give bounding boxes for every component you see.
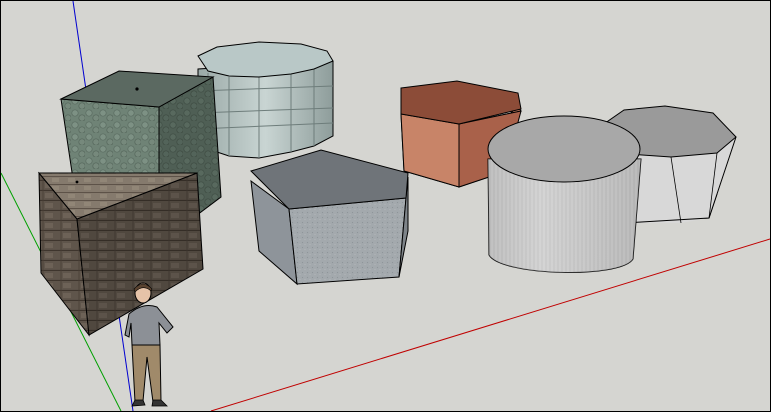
glass-octagon-cylinder[interactable] [197,41,334,159]
model-viewport[interactable] [0,0,771,412]
scene-canvas[interactable] [1,1,770,411]
pentagon-prism[interactable] [250,149,409,286]
metal-cylinder[interactable] [487,115,642,273]
wood-triangle-prism[interactable] [37,171,204,337]
